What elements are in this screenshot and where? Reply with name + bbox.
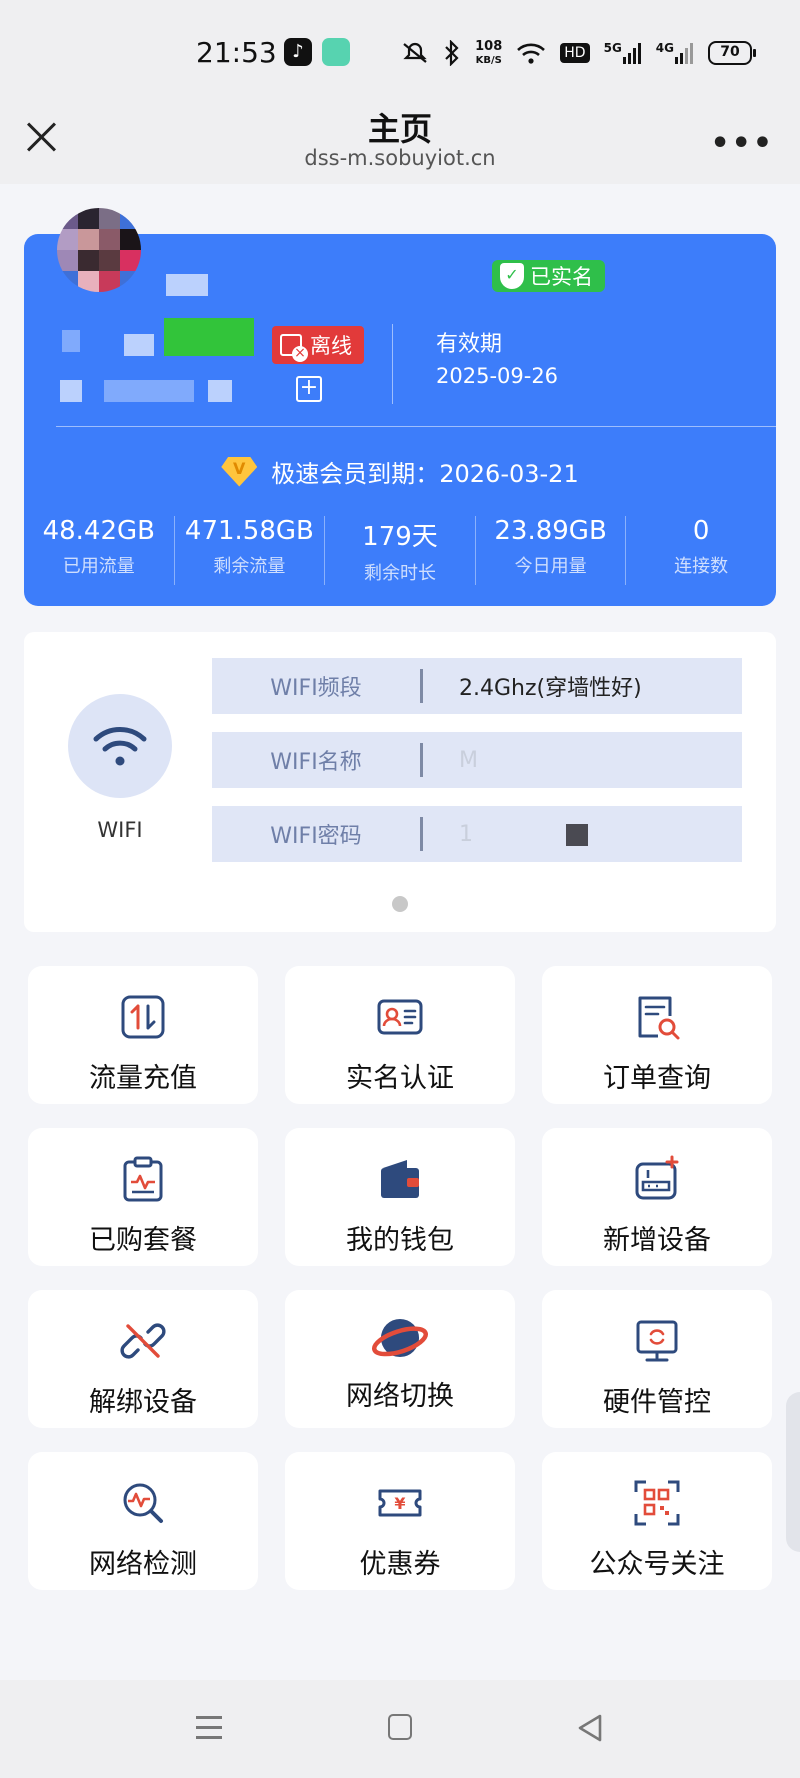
svg-text:¥: ¥ (394, 1494, 405, 1513)
menu-grid: 流量充值 实名认证 订单查询 已购套餐 我的钱包 新增设备 解绑设备 网络切换 … (28, 966, 772, 1590)
menu-network-check[interactable]: 网络检测 (28, 1452, 258, 1590)
redacted-text (60, 380, 82, 402)
stat-used-traffic: 48.42GB 已用流量 (42, 516, 155, 577)
stat-remaining-traffic: 471.58GB 剩余流量 (173, 516, 325, 585)
bluetooth-icon (443, 40, 461, 66)
menu-unbind-device[interactable]: 解绑设备 (28, 1290, 258, 1428)
stat-remaining-time: 179天 剩余时长 (324, 516, 475, 585)
wifi-name-row[interactable]: WIFI名称 M (212, 732, 742, 788)
monitor-icon (636, 1320, 678, 1362)
menu-network-switch[interactable]: 网络切换 (285, 1290, 515, 1428)
mute-icon (401, 41, 429, 65)
menu-realname-auth[interactable]: 实名认证 (285, 966, 515, 1104)
redacted-name (166, 274, 208, 296)
wifi-password-row[interactable]: WIFI密码 1 (212, 806, 742, 862)
realname-badge: ✓ 已实名 (492, 260, 605, 292)
usage-stats: 48.42GB 已用流量 471.58GB 剩余流量 179天 剩余时长 23.… (24, 516, 776, 585)
menu-icon[interactable] (190, 1708, 230, 1748)
status-time: 21:53 (196, 36, 277, 69)
home-icon[interactable] (380, 1708, 420, 1748)
wifi-card: WIFI WIFI频段 2.4Ghz(穿墙性好) WIFI名称 M WIFI密码… (24, 632, 776, 932)
traffic-recharge-icon (121, 995, 165, 1039)
redacted-block (566, 824, 588, 846)
status-icons: 108 KB/S HD 5G 4G 70 (401, 38, 756, 68)
redacted-text (62, 330, 80, 352)
pager-dot[interactable] (392, 896, 408, 912)
network-speed: 108 KB/S (475, 38, 503, 66)
order-search-icon (638, 996, 680, 1040)
clipboard-package-icon (123, 1156, 163, 1202)
menu-hardware-control[interactable]: 硬件管控 (542, 1290, 772, 1428)
signal-5g-icon: 5G (604, 41, 642, 65)
device-card: ✓ 已实名 离线 + 有效期 2025-09-26 V 极速会员到期：2026-… (24, 208, 776, 606)
menu-follow-official-account[interactable]: 公众号关注 (542, 1452, 772, 1590)
divider (56, 426, 776, 427)
vip-expiry: V 极速会员到期：2026-03-21 (24, 454, 776, 489)
redacted-text (124, 334, 154, 356)
back-icon[interactable] (570, 1708, 610, 1748)
shield-check-icon: ✓ (500, 263, 524, 289)
hd-icon: HD (560, 43, 590, 63)
add-device-icon (635, 1155, 679, 1200)
more-options-icon[interactable]: ••• (710, 126, 774, 161)
status-badge: 离线 (272, 326, 364, 364)
page-title: 主页 (367, 110, 432, 148)
system-nav-bar (0, 1680, 800, 1778)
stat-today-usage: 23.89GB 今日用量 (474, 516, 626, 585)
redacted-text (164, 318, 254, 356)
id-card-icon (377, 999, 423, 1035)
stat-connections: 0 连接数 (625, 516, 776, 585)
title-bar: 主页 dss-m.sobuyiot.cn ••• (0, 104, 800, 184)
validity-date: 2025-09-26 (436, 364, 559, 388)
menu-purchased-packages[interactable]: 已购套餐 (28, 1128, 258, 1266)
offline-icon (280, 334, 308, 362)
battery-icon: 70 (708, 41, 756, 65)
plus-square-icon[interactable]: + (296, 376, 322, 402)
menu-traffic-recharge[interactable]: 流量充值 (28, 966, 258, 1104)
signal-4g-icon: 4G (656, 41, 694, 65)
side-scroll-handle[interactable] (786, 1392, 800, 1552)
wifi-label: WIFI (97, 818, 143, 842)
wifi-status-icon (516, 41, 546, 65)
menu-order-search[interactable]: 订单查询 (542, 966, 772, 1104)
validity-label: 有效期 (436, 332, 503, 357)
menu-add-device[interactable]: 新增设备 (542, 1128, 772, 1266)
planet-icon (372, 1318, 428, 1358)
diamond-icon: V (221, 456, 258, 487)
network-check-icon (123, 1483, 163, 1523)
menu-my-wallet[interactable]: 我的钱包 (285, 1128, 515, 1266)
redacted-text (208, 380, 232, 402)
redacted-text (104, 380, 194, 402)
app-notification-icon (322, 38, 350, 66)
wifi-band-row[interactable]: WIFI频段 2.4Ghz(穿墙性好) (212, 658, 742, 714)
page-url: dss-m.sobuyiot.cn (304, 146, 496, 170)
status-bar: 21:53 ♪ 108 KB/S HD 5G 4G 70 (0, 0, 800, 104)
menu-coupon[interactable]: ¥ 优惠券 (285, 1452, 515, 1590)
unlink-icon (120, 1323, 166, 1359)
divider (392, 324, 393, 404)
coupon-icon: ¥ (378, 1489, 422, 1517)
qrcode-icon (634, 1480, 680, 1526)
avatar[interactable] (57, 208, 141, 292)
wifi-icon[interactable] (68, 694, 172, 798)
tiktok-icon: ♪ (284, 38, 312, 66)
wallet-icon (381, 1160, 419, 1198)
